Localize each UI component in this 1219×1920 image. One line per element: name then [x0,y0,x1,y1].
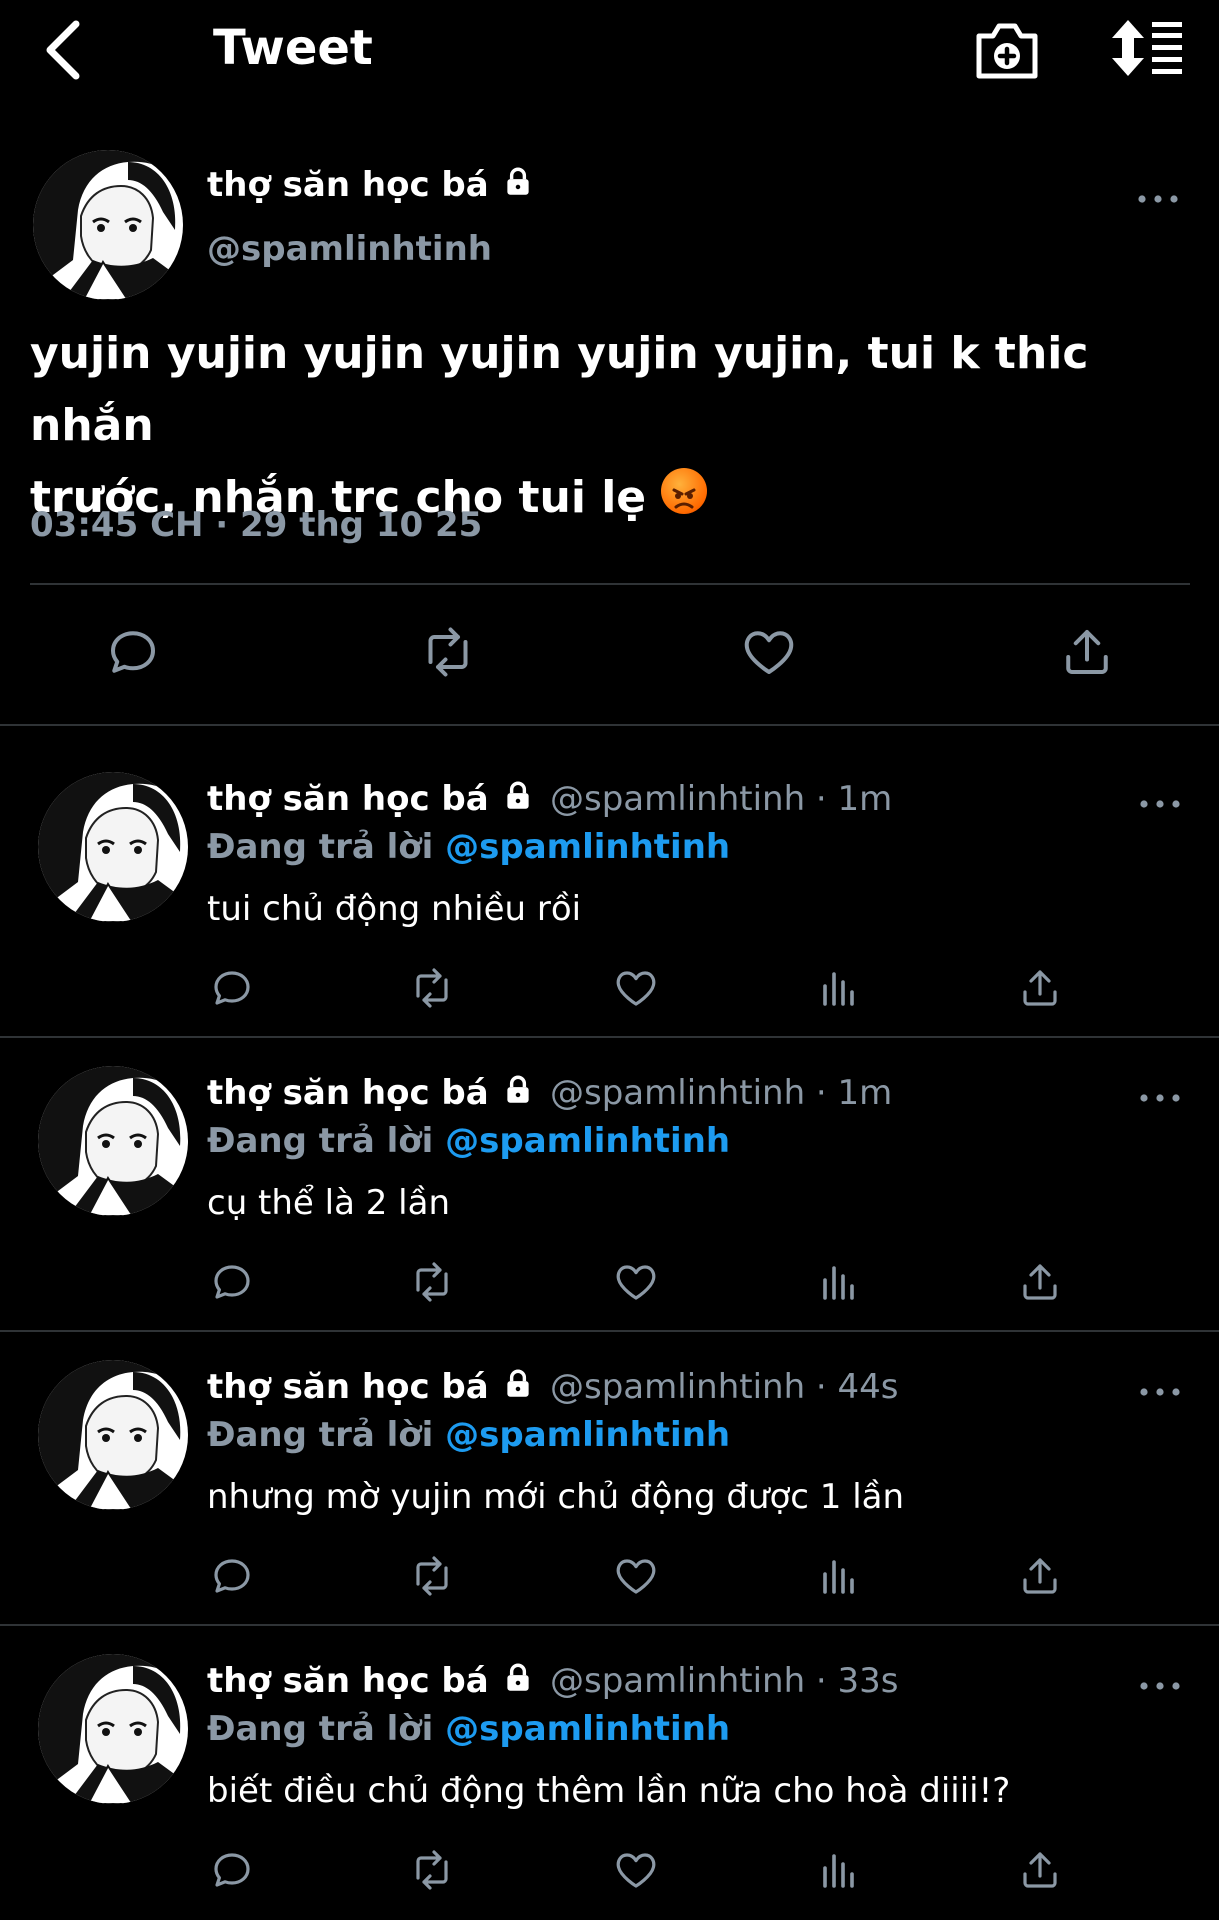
replying-prefix: Đang trả lời [207,1709,434,1749]
share-icon[interactable] [1016,1552,1064,1600]
retweet-icon[interactable] [408,1552,456,1600]
page-title: Tweet [213,20,373,76]
more-options-icon[interactable] [1138,1386,1182,1398]
retweet-icon[interactable] [408,1258,456,1306]
views-icon[interactable] [815,1846,863,1894]
tweet-timestamp: 03:45 CH · 29 thg 10 25 [30,505,483,545]
replying-to: Đang trả lời @spamlinhtinh [207,822,730,872]
avatar[interactable] [38,1360,188,1510]
author-name[interactable]: thợ săn học bá [207,160,535,210]
author-name[interactable]: thợ săn học bá [207,1362,535,1412]
replying-prefix: Đang trả lời [207,827,434,867]
replying-to: Đang trả lời @spamlinhtinh [207,1116,730,1166]
lock-icon [501,1073,535,1107]
handle-and-time: @spamlinhtinh · 33s [550,1661,899,1701]
more-options-icon[interactable] [1138,1680,1182,1692]
reply-icon[interactable] [103,622,163,682]
share-icon[interactable] [1016,964,1064,1012]
mention-link[interactable]: @spamlinhtinh [445,1121,730,1161]
reply-icon[interactable] [208,1552,256,1600]
reply-text: nhưng mờ yujin mới chủ động được 1 lần [207,1477,905,1517]
more-options-icon[interactable] [1138,1092,1182,1104]
handle-and-time: @spamlinhtinh · 1m [550,779,893,819]
avatar[interactable] [33,150,183,300]
handle-and-time: @spamlinhtinh · 1m [550,1073,893,1113]
author-name-text: thợ săn học bá [207,1073,489,1113]
views-icon[interactable] [815,1258,863,1306]
lock-icon [501,1367,535,1401]
angry-face-icon [661,468,708,514]
divider [0,724,1219,726]
share-icon[interactable] [1016,1258,1064,1306]
replying-prefix: Đang trả lời [207,1415,434,1455]
lock-icon [501,779,535,813]
camera-add-icon[interactable] [973,16,1041,82]
avatar[interactable] [38,772,188,922]
author-name-text: thợ săn học bá [207,779,489,819]
sort-replies-icon[interactable] [1108,18,1186,78]
views-icon[interactable] [815,964,863,1012]
mention-link[interactable]: @spamlinhtinh [445,827,730,867]
author-name[interactable]: thợ săn học bá [207,1068,535,1118]
reply-tweet[interactable]: thợ săn học bá @spamlinhtinh · 1m Đang t… [0,1036,1219,1330]
like-icon[interactable] [612,964,660,1012]
reply-tweet[interactable]: thợ săn học bá @spamlinhtinh · 33s Đang … [0,1624,1219,1918]
author-name-text: thợ săn học bá [207,165,489,205]
reply-tweet[interactable]: thợ săn học bá @spamlinhtinh · 1m Đang t… [0,742,1219,1036]
mention-link[interactable]: @spamlinhtinh [445,1709,730,1749]
share-icon[interactable] [1057,622,1117,682]
retweet-icon[interactable] [408,964,456,1012]
share-icon[interactable] [1016,1846,1064,1894]
reply-icon[interactable] [208,1258,256,1306]
handle-and-time: @spamlinhtinh · 44s [550,1367,899,1407]
like-icon[interactable] [612,1258,660,1306]
retweet-icon[interactable] [418,622,478,682]
views-icon[interactable] [815,1552,863,1600]
mention-link[interactable]: @spamlinhtinh [445,1415,730,1455]
avatar[interactable] [38,1654,188,1804]
more-options-icon[interactable] [1136,193,1180,205]
reply-icon[interactable] [208,1846,256,1894]
lock-icon [501,165,535,199]
author-name[interactable]: thợ săn học bá [207,774,535,824]
author-name[interactable]: thợ săn học bá [207,1656,535,1706]
reply-text: tui chủ động nhiều rồi [207,889,582,929]
like-icon[interactable] [612,1552,660,1600]
back-arrow-icon[interactable] [40,18,90,82]
reply-tweet[interactable]: thợ săn học bá @spamlinhtinh · 44s Đang … [0,1330,1219,1624]
reply-icon[interactable] [208,964,256,1012]
like-icon[interactable] [612,1846,660,1894]
retweet-icon[interactable] [408,1846,456,1894]
replying-to: Đang trả lời @spamlinhtinh [207,1410,730,1460]
reply-text: cụ thể là 2 lần [207,1183,451,1223]
author-name-text: thợ săn học bá [207,1661,489,1701]
reply-text: biết điều chủ động thêm lần nữa cho hoà … [207,1771,1011,1811]
tweet-text: yujin yujin yujin yujin yujin yujin, tui… [30,328,1089,523]
avatar[interactable] [38,1066,188,1216]
like-icon[interactable] [739,622,799,682]
replying-to: Đang trả lời @spamlinhtinh [207,1704,730,1754]
author-name-text: thợ săn học bá [207,1367,489,1407]
divider [30,583,1190,585]
more-options-icon[interactable] [1138,798,1182,810]
author-handle[interactable]: @spamlinhtinh [207,224,492,274]
lock-icon [501,1661,535,1695]
replying-prefix: Đang trả lời [207,1121,434,1161]
